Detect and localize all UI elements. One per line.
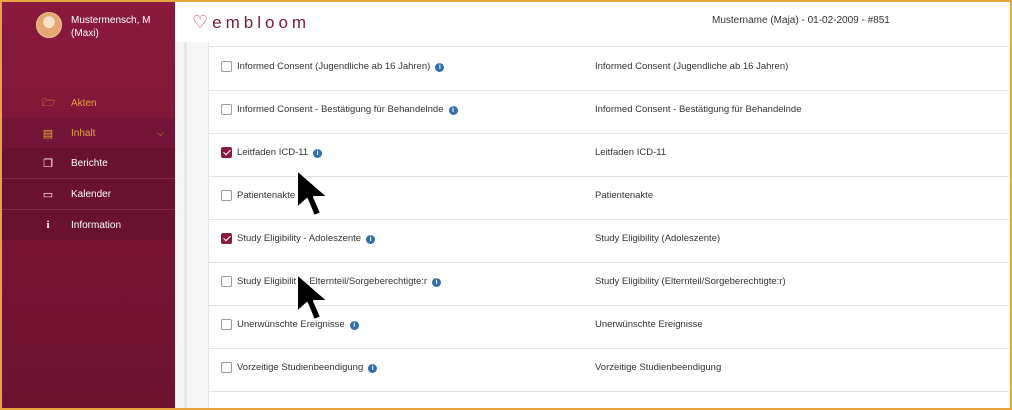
row-description: Study Eligibility (Adoleszente): [595, 233, 721, 244]
row-checkbox[interactable]: [221, 319, 232, 330]
info-icon[interactable]: i: [448, 106, 458, 115]
table-row: Informed Consent - Bestätigung für Behan…: [209, 90, 1009, 134]
app-window: Mustermensch, M (Maxi) 🗁 Akten ▤ Inhalt …: [0, 0, 1012, 410]
copy-icon: ❐: [43, 157, 53, 170]
chevron-down-icon: ⌵: [157, 127, 164, 138]
sidebar-nav: 🗁 Akten ▤ Inhalt ⌵ ❐ Berichte ▭ Kalender…: [2, 88, 175, 240]
row-label: Patientenakte: [237, 190, 296, 201]
info-icon[interactable]: i: [349, 321, 359, 330]
row-label: Informed Consent (Jugendliche ab 16 Jahr…: [237, 61, 431, 72]
mouse-pointer-icon: [296, 169, 329, 217]
row-description: Informed Consent - Bestätigung für Behan…: [595, 104, 802, 115]
row-label-wrap: Informed Consent - Bestätigung für Behan…: [237, 104, 458, 115]
row-label: Study Eligibility - Adoleszente: [237, 233, 362, 244]
table-icon: ▤: [42, 127, 54, 140]
folder-open-icon: 🗁: [42, 96, 56, 109]
row-label: Informed Consent - Bestätigung für Behan…: [237, 104, 444, 115]
row-description: Patientenakte: [595, 190, 654, 201]
table-row: Informed Consent (Jugendliche ab 16 Jahr…: [209, 47, 1009, 91]
sidebar-item-information[interactable]: i Information: [2, 209, 175, 240]
mouse-pointer-icon: [296, 273, 329, 321]
row-label-wrap: Study Eligibility - Elternteil/Sorgebere…: [237, 276, 442, 287]
row-description: Vorzeitige Studienbeendigung: [595, 362, 722, 373]
sidebar-item-label: Inhalt: [71, 127, 96, 139]
row-label-wrap: Patientenakte: [237, 190, 295, 201]
table-row: Study Eligibility - Adoleszente i Study E…: [209, 219, 1009, 263]
row-checkbox[interactable]: [221, 61, 232, 72]
row-description: Informed Consent (Jugendliche ab 16 Jahr…: [595, 61, 789, 72]
monitor-icon: ▭: [42, 188, 54, 201]
avatar[interactable]: [36, 12, 62, 38]
info-icon[interactable]: i: [368, 364, 378, 373]
row-label-wrap: Vorzeitige Studienbeendigung i: [237, 362, 378, 373]
user-profile[interactable]: Mustermensch, M (Maxi): [2, 2, 175, 80]
info-icon[interactable]: i: [366, 235, 376, 244]
sidebar-item-label: Akten: [71, 97, 97, 109]
app-logo[interactable]: ♡ embloom: [192, 12, 310, 33]
sidebar-item-label: Information: [71, 219, 122, 231]
logo-text: embloom: [212, 12, 311, 32]
logo-heart-icon: ♡: [192, 12, 209, 32]
row-label-wrap: Informed Consent (Jugendliche ab 16 Jahr…: [237, 61, 445, 72]
row-checkbox[interactable]: [221, 233, 232, 244]
sidebar-item-berichte[interactable]: ❐ Berichte: [2, 148, 175, 178]
info-icon[interactable]: i: [313, 149, 323, 158]
content-list-card: Informed Consent (Jugendliche ab 16 Jahr…: [208, 42, 1009, 408]
sidebar: Mustermensch, M (Maxi) 🗁 Akten ▤ Inhalt …: [2, 2, 175, 408]
sidebar-item-label: Berichte: [71, 157, 108, 169]
info-icon: i: [46, 219, 50, 231]
top-header: ♡ embloom Mustername (Maja) - 01-02-2009…: [175, 2, 1010, 42]
row-description: Leitfaden ICD-11: [595, 147, 667, 158]
scroll-rail[interactable]: [184, 42, 187, 408]
sidebar-item-kalender[interactable]: ▭ Kalender: [2, 178, 175, 209]
sidebar-item-inhalt[interactable]: ▤ Inhalt ⌵: [2, 118, 175, 148]
row-description: Unerwünschte Ereignisse: [595, 319, 703, 330]
sidebar-item-akten[interactable]: 🗁 Akten: [2, 88, 175, 118]
user-name: Mustermensch, M (Maxi): [71, 15, 151, 39]
row-checkbox[interactable]: [221, 104, 232, 115]
row-description: Study Eligibility (Elternteil/Sorgeberec…: [595, 276, 786, 287]
row-checkbox[interactable]: [221, 276, 232, 287]
row-checkbox[interactable]: [221, 190, 232, 201]
row-label: Leitfaden ICD-11: [237, 147, 309, 158]
sidebar-item-label: Kalender: [71, 188, 112, 200]
row-label-wrap: Study Eligibility - Adoleszente i: [237, 233, 376, 244]
row-label: Vorzeitige Studienbeendigung: [237, 362, 364, 373]
row-label-wrap: Leitfaden ICD-11 i: [237, 147, 323, 158]
row-checkbox[interactable]: [221, 362, 232, 373]
patient-info: Mustername (Maja) - 01-02-2009 - #851: [712, 15, 890, 26]
main-content: Informed Consent (Jugendliche ab 16 Jahr…: [175, 42, 1010, 408]
row-checkbox[interactable]: [221, 147, 232, 158]
table-row: Vorzeitige Studienbeendigung i Vorzeitige…: [209, 348, 1009, 392]
info-icon[interactable]: i: [432, 278, 442, 287]
info-icon[interactable]: i: [435, 63, 445, 72]
